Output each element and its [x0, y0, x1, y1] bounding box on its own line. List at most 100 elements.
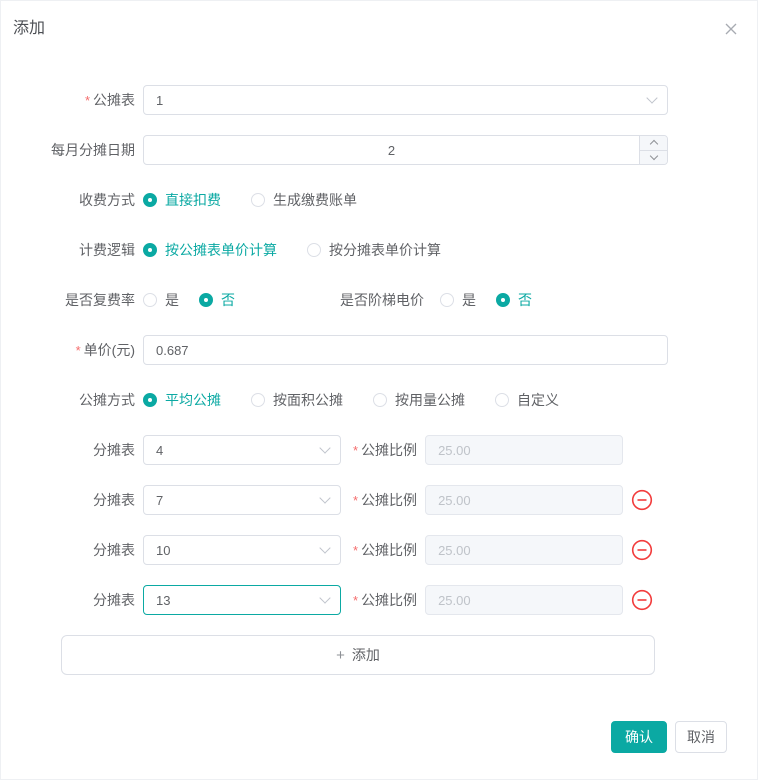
- dialog-footer: 确认 取消: [1, 721, 757, 753]
- charge-method-label: 收费方式: [1, 190, 135, 210]
- allocation-row: 分摊表 7 *公摊比例: [1, 485, 757, 515]
- tiered-price-label: 是否阶梯电价: [340, 290, 424, 310]
- radio-custom-share[interactable]: 自定义: [495, 390, 559, 410]
- confirm-button[interactable]: 确认: [611, 721, 667, 753]
- add-form: *公摊表 1 每月分摊日期 收费方式: [1, 85, 757, 675]
- shared-meter-select[interactable]: 1: [143, 85, 668, 115]
- allocation-row: 分摊表 10 *公摊比例: [1, 535, 757, 565]
- cancel-button[interactable]: 取消: [675, 721, 727, 753]
- chevron-down-icon: [321, 494, 329, 502]
- radio-dot: [143, 393, 157, 407]
- radio-multi-rate-yes[interactable]: 是: [143, 290, 179, 310]
- required-marker: *: [85, 93, 90, 108]
- minus-circle-icon[interactable]: [631, 489, 653, 511]
- shared-meter-label: *公摊表: [1, 90, 135, 110]
- required-marker: *: [353, 443, 358, 458]
- tiered-price-group: 是 否: [440, 290, 532, 310]
- add-allocation-button-label: 添加: [352, 645, 380, 665]
- billing-logic-group: 按公摊表单价计算 按分摊表单价计算: [143, 240, 441, 260]
- radio-dot: [143, 193, 157, 207]
- allocation-table-select[interactable]: 7: [143, 485, 341, 515]
- allocation-table-label: 分摊表: [1, 540, 135, 560]
- allocation-table-value: 7: [156, 493, 163, 508]
- chevron-down-icon: [321, 544, 329, 552]
- radio-dot: [199, 293, 213, 307]
- multi-rate-label: 是否复费率: [1, 290, 135, 310]
- chevron-down-icon: [648, 94, 656, 102]
- share-ratio-label: *公摊比例: [353, 540, 417, 560]
- chevron-down-icon: [321, 594, 329, 602]
- radio-direct-deduction[interactable]: 直接扣费: [143, 190, 221, 210]
- multi-rate-group: 是 否: [143, 290, 235, 310]
- allocation-table-value: 4: [156, 443, 163, 458]
- share-ratio-input: [425, 535, 623, 565]
- minus-circle-icon[interactable]: [631, 589, 653, 611]
- unit-price-label: *单价(元): [1, 340, 135, 360]
- radio-tiered-no[interactable]: 否: [496, 290, 532, 310]
- charge-method-row: 收费方式 直接扣费 生成缴费账单: [1, 185, 757, 215]
- radio-by-area-share[interactable]: 按面积公摊: [251, 390, 343, 410]
- spinner-up-icon[interactable]: [640, 136, 667, 150]
- required-marker: *: [353, 493, 358, 508]
- shared-meter-value: 1: [156, 93, 163, 108]
- dialog-title: 添加: [13, 19, 45, 38]
- radio-dot: [307, 243, 321, 257]
- required-marker: *: [353, 543, 358, 558]
- share-ratio-input: [425, 585, 623, 615]
- radio-by-allocation-meter-price[interactable]: 按分摊表单价计算: [307, 240, 441, 260]
- share-ratio-label: *公摊比例: [353, 590, 417, 610]
- monthly-date-row: 每月分摊日期: [1, 135, 757, 165]
- radio-dot: [440, 293, 454, 307]
- share-ratio-label: *公摊比例: [353, 440, 417, 460]
- radio-dot: [495, 393, 509, 407]
- billing-logic-row: 计费逻辑 按公摊表单价计算 按分摊表单价计算: [1, 235, 757, 265]
- required-marker: *: [76, 343, 81, 358]
- radio-by-shared-meter-price[interactable]: 按公摊表单价计算: [143, 240, 277, 260]
- radio-generate-bill[interactable]: 生成缴费账单: [251, 190, 357, 210]
- radio-average-share[interactable]: 平均公摊: [143, 390, 221, 410]
- rate-options-row: 是否复费率 是 否 是否阶梯电价 是 否: [1, 285, 757, 315]
- monthly-date-stepper: [143, 135, 668, 165]
- allocation-row: 分摊表 13 *公摊比例: [1, 585, 757, 615]
- required-marker: *: [353, 593, 358, 608]
- allocation-table-select[interactable]: 4: [143, 435, 341, 465]
- allocation-table-value: 13: [156, 593, 170, 608]
- plus-icon: +: [336, 648, 345, 663]
- dialog-header: 添加: [1, 1, 757, 38]
- charge-method-group: 直接扣费 生成缴费账单: [143, 190, 357, 210]
- radio-by-usage-share[interactable]: 按用量公摊: [373, 390, 465, 410]
- radio-dot: [373, 393, 387, 407]
- number-spinner: [639, 136, 667, 164]
- shared-meter-row: *公摊表 1: [1, 85, 757, 115]
- radio-dot: [251, 393, 265, 407]
- add-allocation-row: + 添加: [1, 635, 757, 675]
- allocation-table-select[interactable]: 10: [143, 535, 341, 565]
- radio-dot: [251, 193, 265, 207]
- unit-price-row: *单价(元): [1, 335, 757, 365]
- unit-price-input[interactable]: [143, 335, 668, 365]
- minus-circle-icon[interactable]: [631, 539, 653, 561]
- monthly-date-input[interactable]: [143, 135, 668, 165]
- add-dialog: 添加 *公摊表 1 每月分摊日期: [0, 0, 758, 780]
- radio-dot: [143, 243, 157, 257]
- billing-logic-label: 计费逻辑: [1, 240, 135, 260]
- monthly-date-label: 每月分摊日期: [1, 140, 135, 160]
- share-method-row: 公摊方式 平均公摊 按面积公摊 按用量公摊 自定义: [1, 385, 757, 415]
- share-method-label: 公摊方式: [1, 390, 135, 410]
- radio-multi-rate-no[interactable]: 否: [199, 290, 235, 310]
- spinner-down-icon[interactable]: [640, 150, 667, 165]
- share-ratio-input: [425, 435, 623, 465]
- add-allocation-button[interactable]: + 添加: [61, 635, 655, 675]
- allocation-table-label: 分摊表: [1, 490, 135, 510]
- allocation-table-label: 分摊表: [1, 440, 135, 460]
- radio-tiered-yes[interactable]: 是: [440, 290, 476, 310]
- allocation-row: 分摊表 4 *公摊比例: [1, 435, 757, 465]
- share-ratio-label: *公摊比例: [353, 490, 417, 510]
- allocation-table-value: 10: [156, 543, 170, 558]
- radio-dot: [496, 293, 510, 307]
- allocation-table-select[interactable]: 13: [143, 585, 341, 615]
- share-ratio-input: [425, 485, 623, 515]
- close-icon[interactable]: [723, 21, 739, 37]
- radio-dot: [143, 293, 157, 307]
- chevron-down-icon: [321, 444, 329, 452]
